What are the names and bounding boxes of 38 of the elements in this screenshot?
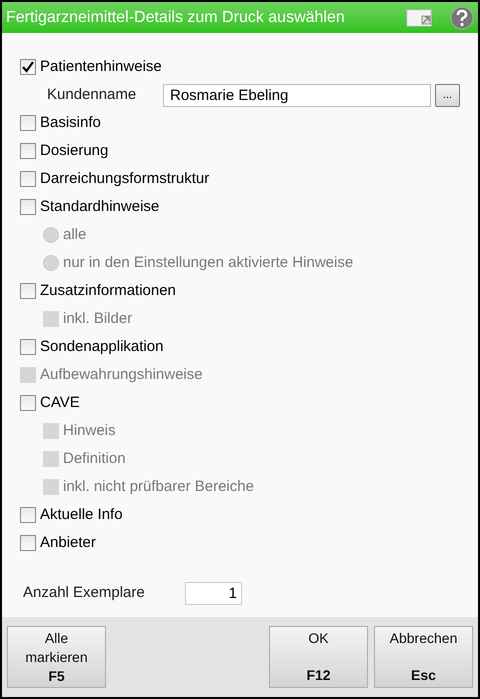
checkbox-label: inkl. Bilder [63,308,132,329]
browse-button[interactable]: ... [435,84,460,106]
checkbox[interactable] [20,283,36,299]
checkbox[interactable] [20,339,36,355]
checkbox-label: Aktuelle Info [40,504,123,525]
radio-label: alle [63,224,86,245]
radio-label: nur in den Einstellungen aktivierte Hinweise [63,252,354,273]
dialog-button[interactable]: Abbrechen Esc [374,626,473,688]
window-title: Fertigarzneimittel-Details zum Druck auswählen [6,8,345,28]
dialog-button[interactable]: Alle markieren F5 [7,626,106,688]
checkbox[interactable] [20,507,36,523]
checkbox[interactable] [20,115,36,131]
checkbox[interactable] [20,535,36,551]
checkbox[interactable] [20,59,36,75]
copies-label: Anzahl Exemplare [23,582,146,603]
checkbox-label: Definition [63,448,126,469]
checkbox-label: Sondenapplikation [40,336,164,357]
checkbox-label: Zusatzinformationen [40,280,176,301]
checkbox-label: Darreichungsformstruktur [40,168,210,189]
checkbox[interactable] [20,143,36,159]
checkbox[interactable] [20,199,36,215]
field-label: Kundenname [47,84,138,105]
name-field[interactable]: Rosmarie Ebeling [163,84,431,106]
checkbox-label: Dosierung [40,140,108,161]
checkbox-label: Standardhinweise [40,196,160,217]
copies-field[interactable]: 1 [185,582,242,604]
checkbox-label: CAVE [40,392,80,413]
checkbox-label: Basisinfo [40,112,101,133]
checkbox[interactable] [20,171,36,187]
checkbox-label: Hinweis [63,420,116,441]
window-icon[interactable] [406,8,434,28]
checkbox-label: inkl. nicht prüfbarer Bereiche [63,476,254,497]
checkbox-label: Patientenhinweise [40,56,162,77]
checkbox-label: Aufbewahrungshinweise [40,364,203,385]
dialog-button[interactable]: OK F12 [269,626,368,688]
checkbox-label: Anbieter [40,532,96,553]
checkbox[interactable] [20,395,36,411]
help-icon[interactable] [450,6,474,30]
